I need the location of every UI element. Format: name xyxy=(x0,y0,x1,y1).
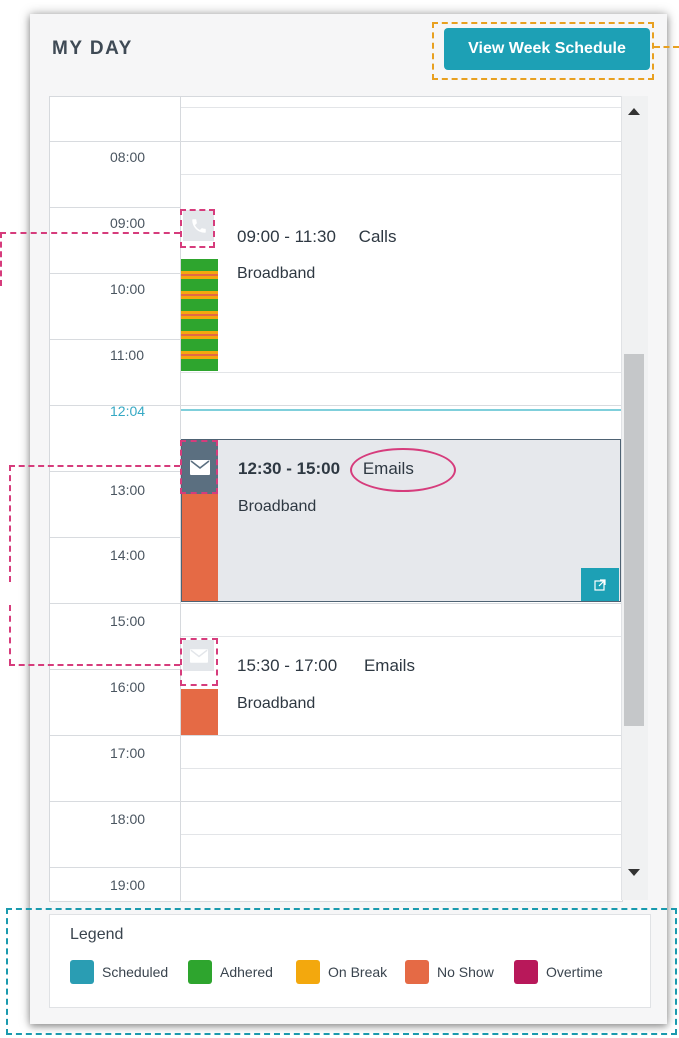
time-label: 18:00 xyxy=(110,811,146,827)
event-time: 09:00 - 11:30 xyxy=(237,227,336,246)
event-queue: Broadband xyxy=(238,498,317,515)
half-hour-line xyxy=(181,768,622,769)
scrollbar-thumb[interactable] xyxy=(624,354,644,726)
half-hour-line xyxy=(181,107,622,108)
view-week-schedule-button[interactable]: View Week Schedule xyxy=(444,28,650,70)
half-hour-line xyxy=(181,372,622,373)
page-title: MY DAY xyxy=(52,38,133,59)
schedule-event[interactable]: 09:00 - 11:30 Calls Broadband xyxy=(181,207,622,371)
event-activity: Emails xyxy=(363,656,415,675)
legend-label: Adhered xyxy=(220,964,273,980)
half-hour-line xyxy=(181,174,622,175)
callout-line xyxy=(9,664,180,666)
icon-highlight xyxy=(180,440,218,494)
event-time: 15:30 - 17:00 xyxy=(237,656,338,675)
legend-item: Overtime xyxy=(514,960,603,984)
legend-label: No Show xyxy=(437,964,494,980)
event-queue: Broadband xyxy=(237,265,316,282)
legend-title: Legend xyxy=(70,926,124,943)
schedule-event[interactable]: 15:30 - 17:00 Emails Broadband xyxy=(181,637,622,735)
hour-line xyxy=(50,867,622,868)
time-label: 17:00 xyxy=(110,745,146,761)
hour-line xyxy=(50,735,622,736)
time-label: 08:00 xyxy=(110,149,146,165)
no-show-swatch xyxy=(405,960,429,984)
callout-line xyxy=(654,46,679,48)
emails-highlight-oval xyxy=(350,448,456,492)
time-label: 10:00 xyxy=(110,281,146,297)
event-activity: Calls xyxy=(358,227,397,246)
time-label: 15:00 xyxy=(110,613,146,629)
time-label: 11:00 xyxy=(110,347,144,363)
day-schedule: 08:00 09:00 10:00 11:00 12:04 13:00 14:0… xyxy=(49,96,623,902)
open-event-button[interactable] xyxy=(581,568,619,601)
legend-item: Adhered xyxy=(188,960,273,984)
hour-line xyxy=(50,141,622,142)
scroll-down-arrow[interactable] xyxy=(628,869,640,876)
scheduled-swatch xyxy=(70,960,94,984)
icon-highlight xyxy=(180,638,218,686)
callout-line xyxy=(9,465,11,582)
no-show-bar xyxy=(181,689,218,735)
scroll-up-arrow[interactable] xyxy=(628,108,640,115)
legend-label: Scheduled xyxy=(102,964,169,980)
icon-highlight xyxy=(180,209,215,248)
external-link-icon xyxy=(594,578,606,591)
half-hour-line xyxy=(181,834,622,835)
overtime-swatch xyxy=(514,960,538,984)
callout-line xyxy=(9,465,180,467)
event-time: 12:30 - 15:00 xyxy=(238,459,341,478)
current-time-line xyxy=(181,409,622,411)
callout-line xyxy=(9,605,11,665)
hour-line xyxy=(50,603,622,604)
on-break-swatch xyxy=(296,960,320,984)
legend-item: On Break xyxy=(296,960,387,984)
legend-label: Overtime xyxy=(546,964,603,980)
time-label: 09:00 xyxy=(110,215,146,231)
time-label: 14:00 xyxy=(110,547,146,563)
time-label: 16:00 xyxy=(110,679,146,695)
current-time-label: 12:04 xyxy=(110,403,146,419)
event-queue: Broadband xyxy=(237,695,316,712)
legend-item: Scheduled xyxy=(70,960,168,984)
time-label: 19:00 xyxy=(110,877,146,893)
time-label: 13:00 xyxy=(110,482,146,498)
adhered-swatch xyxy=(188,960,212,984)
legend-label: On Break xyxy=(328,964,388,980)
legend-item: No Show xyxy=(405,960,494,984)
callout-line xyxy=(0,232,180,234)
callout-line xyxy=(0,232,2,286)
hour-line xyxy=(50,801,622,802)
